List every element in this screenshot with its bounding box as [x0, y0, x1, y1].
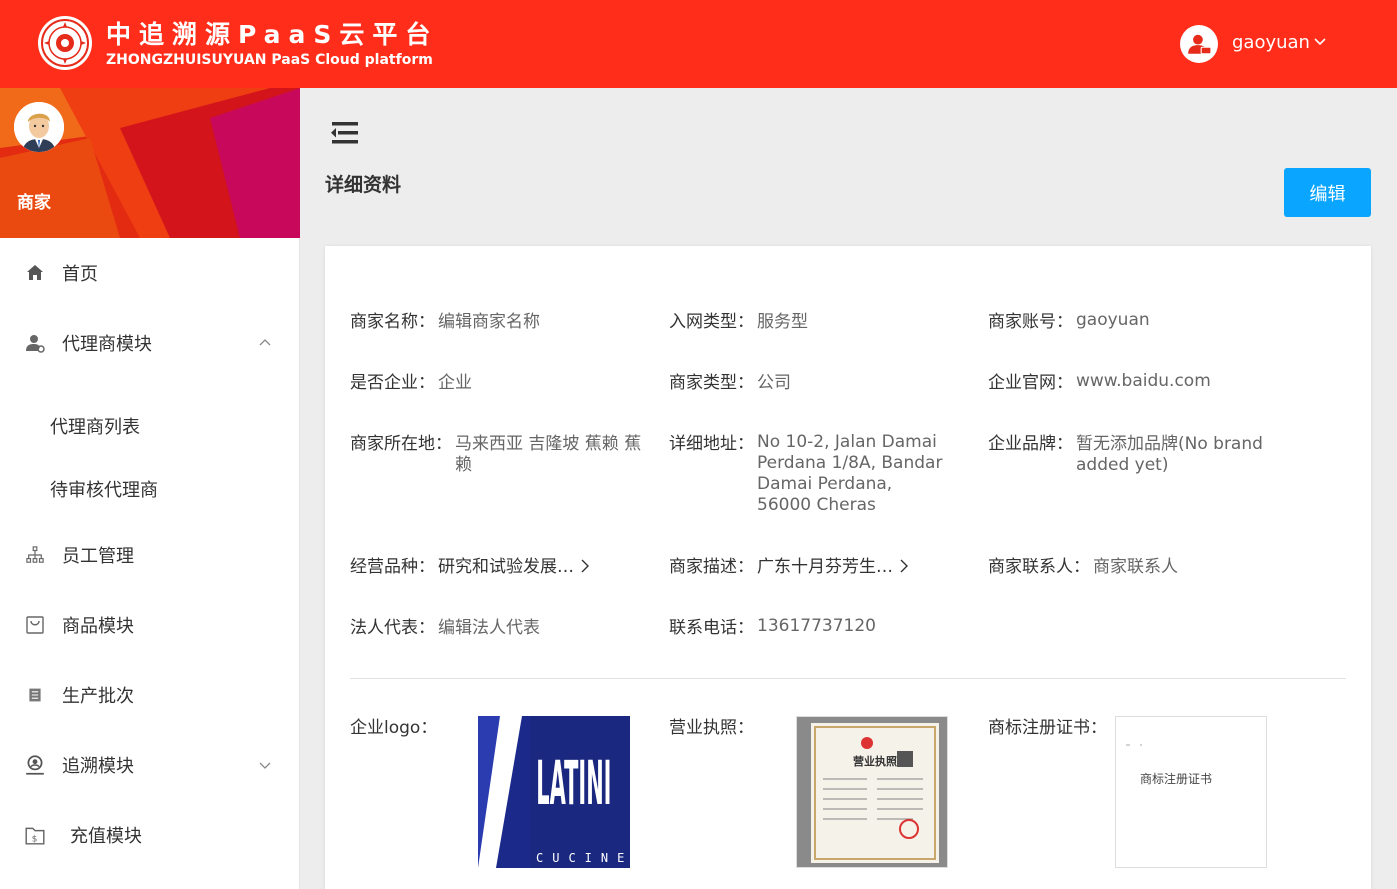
- business-license-image[interactable]: 营业执照: [796, 716, 948, 868]
- page-title: 详细资料: [325, 174, 402, 196]
- field-label: 经营品种：: [350, 557, 435, 577]
- field-label: 法人代表：: [350, 618, 435, 638]
- sidebar-item-label: 首页: [62, 264, 98, 285]
- company-logo-image[interactable]: LATINI CUCINE: [478, 716, 630, 868]
- field-label: 联系电话：: [669, 618, 754, 638]
- logo-text: LATINI: [536, 748, 611, 819]
- chevron-down-icon[interactable]: [1312, 34, 1328, 50]
- sidebar-item-label: 追溯模块: [62, 756, 134, 777]
- sidebar-item-label: 代理商模块: [62, 334, 152, 355]
- chevron-up-icon: [259, 339, 271, 346]
- sidebar-item-label: 充值模块: [70, 826, 142, 847]
- user-avatar[interactable]: [1180, 25, 1218, 63]
- brand-logo: [38, 16, 92, 70]
- field-value: 编辑法人代表: [438, 618, 540, 638]
- sidebar-item-trace[interactable]: 追溯模块: [0, 745, 300, 785]
- field-value: 研究和试验发展…: [438, 557, 574, 577]
- bag-icon: [24, 614, 46, 636]
- trademark-title: 商标注册证书: [1140, 771, 1212, 786]
- field-value: 服务型: [757, 312, 808, 332]
- field-value: 13617737120: [757, 616, 876, 636]
- profile-avatar[interactable]: [14, 102, 64, 152]
- sidebar-item-agent-module[interactable]: 代理商模块: [0, 323, 300, 363]
- field-label: 商家名称：: [350, 312, 435, 332]
- field-value: 编辑商家名称: [438, 312, 540, 332]
- field-value: gaoyuan: [1076, 310, 1150, 330]
- logo-subtext: CUCINE: [536, 851, 630, 865]
- chevron-down-icon: [259, 762, 271, 769]
- sidebar-subitem-label: 代理商列表: [50, 417, 140, 438]
- field-value: 暂无添加品牌(No brand added yet): [1076, 434, 1263, 475]
- sidebar-item-label: 商品模块: [62, 616, 134, 637]
- field-label: 企业官网：: [988, 373, 1073, 393]
- section-divider: [350, 678, 1346, 679]
- field-label: 是否企业：: [350, 373, 435, 393]
- field-label: 商家描述：: [669, 557, 754, 577]
- field-value-wrap: 广东十月芬芳生…: [757, 557, 909, 578]
- field-value: No 10-2, Jalan Damai Perdana 1/8A, Banda…: [757, 432, 943, 515]
- sidebar-subitem-pending-agents[interactable]: 待审核代理商: [0, 469, 300, 509]
- home-icon: [24, 262, 46, 284]
- field-label: 营业执照：: [669, 718, 754, 738]
- seal-icon: [41, 19, 89, 67]
- sidebar-item-home[interactable]: 首页: [0, 253, 300, 293]
- username-label[interactable]: gaoyuan: [1232, 32, 1310, 53]
- org-icon: [24, 544, 46, 566]
- role-label: 商家: [17, 193, 51, 213]
- field-value: 企业: [438, 373, 472, 393]
- sidebar: 商家 首页 代理商模块 代理商列表 待审核代理商 员工管理 商品模块 生产批次 …: [0, 88, 300, 889]
- license-title: 营业执照: [853, 754, 897, 768]
- field-label: 企业logo：: [350, 718, 438, 738]
- list-icon: [24, 684, 46, 706]
- sidebar-subitem-label: 待审核代理商: [50, 480, 158, 501]
- sidebar-item-products[interactable]: 商品模块: [0, 605, 300, 645]
- sidebar-profile-header: 商家: [0, 88, 300, 238]
- sidebar-item-label: 员工管理: [62, 546, 134, 567]
- chevron-right-icon[interactable]: [580, 559, 590, 573]
- chevron-right-icon[interactable]: [899, 559, 909, 573]
- field-label: 企业品牌：: [988, 434, 1073, 454]
- sidebar-item-label: 生产批次: [62, 686, 134, 707]
- field-value: 广东十月芬芳生…: [757, 557, 893, 577]
- edit-button[interactable]: 编辑: [1284, 168, 1371, 217]
- top-bar: 中追溯源PaaS云平台 ZHONGZHUISUYUAN PaaS Cloud p…: [0, 0, 1397, 88]
- svg-text:$: $: [32, 835, 38, 845]
- trademark-certificate-image[interactable]: 商标注册证书: [1115, 716, 1267, 868]
- sidebar-item-batches[interactable]: 生产批次: [0, 675, 300, 715]
- field-label: 商家所在地：: [350, 434, 452, 454]
- field-label: 商家类型：: [669, 373, 754, 393]
- sidebar-item-staff[interactable]: 员工管理: [0, 535, 300, 575]
- brand-title: 中追溯源PaaS云平台: [106, 20, 439, 49]
- brand-subtitle: ZHONGZHUISUYUAN PaaS Cloud platform: [106, 52, 433, 68]
- avatar-image: [14, 102, 64, 152]
- field-value: 马来西亚 吉隆坡 蕉赖 蕉赖: [455, 434, 642, 475]
- field-value: www.baidu.com: [1076, 371, 1211, 391]
- field-label: 商标注册证书：: [988, 718, 1107, 738]
- location-user-icon: [24, 754, 46, 776]
- menu-toggle-icon[interactable]: [328, 120, 360, 146]
- field-label: 商家联系人：: [988, 557, 1090, 577]
- sidebar-subitem-agent-list[interactable]: 代理商列表: [0, 406, 300, 446]
- wallet-icon: $: [24, 824, 46, 846]
- field-label: 入网类型：: [669, 312, 754, 332]
- sidebar-item-recharge[interactable]: $ 充值模块: [0, 815, 300, 855]
- field-value: 商家联系人: [1093, 557, 1178, 577]
- user-icon: [1188, 34, 1212, 55]
- field-label: 商家账号：: [988, 312, 1073, 332]
- field-value: 公司: [757, 373, 791, 393]
- field-label: 详细地址：: [669, 434, 754, 454]
- field-value-wrap: 研究和试验发展…: [438, 557, 590, 578]
- agent-icon: [24, 332, 46, 354]
